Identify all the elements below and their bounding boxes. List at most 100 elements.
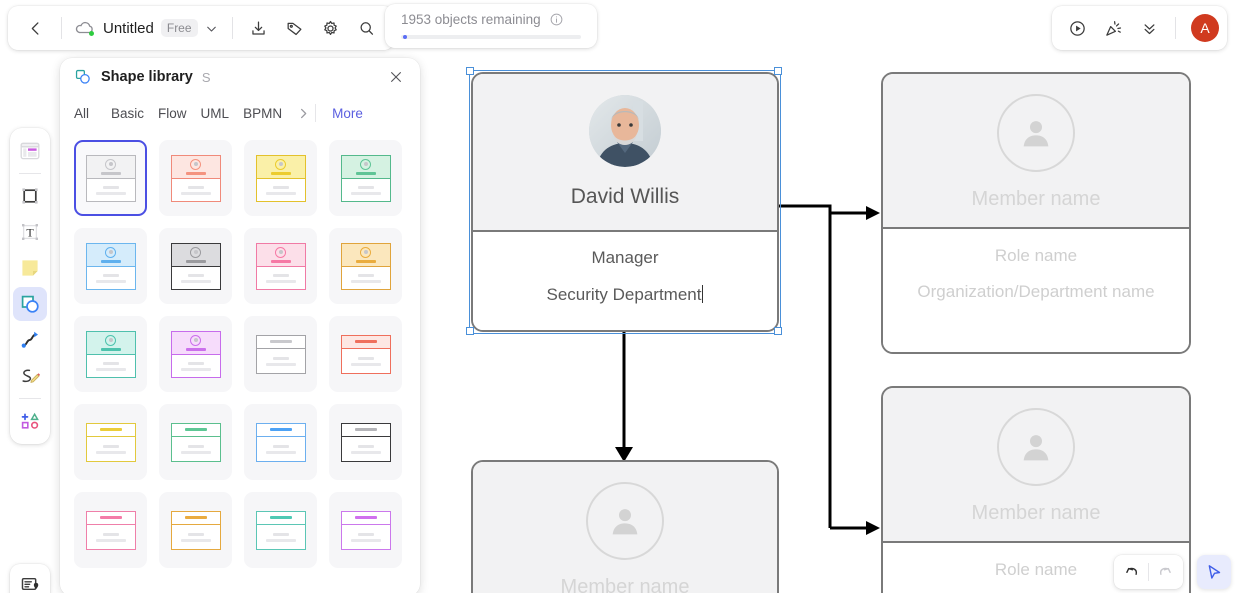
shape-preview-avatar (190, 334, 201, 346)
tab-bpmn[interactable]: BPMN (243, 106, 296, 121)
shape-thumbnail[interactable] (74, 228, 147, 304)
shape-preview-bar (355, 259, 376, 263)
shape-library-tabs: All Basic Flow UML BPMN More (60, 96, 420, 130)
tab-all[interactable]: All (74, 106, 111, 121)
objects-progress-bar (401, 35, 581, 39)
shape-library-panel: Shape library S All Basic Flow UML BPMN … (60, 58, 420, 593)
shape-thumbnail[interactable] (329, 228, 402, 304)
tab-flow[interactable]: Flow (158, 106, 201, 121)
close-panel-button[interactable] (386, 67, 406, 87)
shape-thumbnail[interactable] (244, 492, 317, 568)
document-title-menu[interactable]: Untitled Free (71, 19, 223, 37)
present-button[interactable] (1060, 11, 1094, 45)
rail-divider-2 (19, 398, 41, 399)
undo-icon (1126, 567, 1138, 575)
objects-remaining-label: 1953 objects remaining (401, 12, 541, 27)
tool-more-shapes[interactable] (13, 404, 47, 438)
tag-icon (287, 22, 302, 35)
shape-preview-bar (354, 428, 377, 431)
shape-library-icon (74, 68, 92, 86)
shape-thumbnail[interactable] (329, 404, 402, 480)
tab-basic[interactable]: Basic (111, 106, 158, 121)
presentation-tool-button[interactable] (10, 564, 50, 593)
shape-preview-line (350, 191, 381, 195)
card-name: David Willis (570, 185, 680, 208)
tabs-divider (315, 104, 317, 122)
shape-preview-avatar (105, 246, 116, 258)
shape-thumbnail[interactable] (74, 404, 147, 480)
org-card-selected[interactable]: David Willis Manager Security Department (471, 72, 779, 332)
shape-preview-bar (185, 259, 206, 263)
shape-thumbnail[interactable] (159, 140, 232, 216)
shape-thumbnail[interactable] (329, 140, 402, 216)
resize-handle-se[interactable] (774, 327, 782, 335)
resize-handle-ne[interactable] (774, 67, 782, 75)
shape-preview-bar (269, 516, 292, 519)
shape-thumbnail[interactable] (244, 316, 317, 392)
shape-preview-bar (354, 516, 377, 519)
shape-preview (170, 330, 221, 378)
shape-thumbnail[interactable] (244, 140, 317, 216)
shape-preview (85, 242, 136, 290)
shape-thumbnail[interactable] (244, 404, 317, 480)
collapse-button[interactable] (1132, 11, 1166, 45)
shape-preview-line (350, 450, 381, 454)
shape-thumbnail[interactable] (74, 140, 147, 216)
tab-uml[interactable]: UML (201, 106, 244, 121)
shape-thumbnail[interactable] (159, 228, 232, 304)
shape-preview-line (187, 532, 204, 536)
org-card-member-1[interactable]: Member name Role name Organization/Depar… (881, 72, 1191, 354)
tab-more[interactable]: More (332, 106, 363, 121)
gear-icon (324, 20, 337, 35)
tool-sticky-note[interactable] (13, 251, 47, 285)
shape-thumbnail[interactable] (159, 316, 232, 392)
shape-preview-line (102, 361, 119, 365)
user-avatar[interactable]: A (1191, 14, 1219, 42)
tool-draw[interactable] (13, 359, 47, 393)
resize-handle-sw[interactable] (466, 327, 474, 335)
shape-preview-line (95, 191, 126, 195)
shape-thumbnail[interactable] (329, 492, 402, 568)
tool-templates[interactable] (13, 134, 47, 168)
pen-draw-icon (22, 369, 40, 383)
tool-frame[interactable] (13, 179, 47, 213)
shape-grid[interactable] (60, 130, 420, 593)
resize-handle-nw[interactable] (466, 67, 474, 75)
shape-thumbnail[interactable] (244, 228, 317, 304)
shape-preview-avatar (360, 158, 371, 170)
shape-preview-avatar (190, 158, 201, 170)
shape-thumbnail[interactable] (74, 316, 147, 392)
back-button[interactable] (18, 11, 52, 45)
shape-thumbnail[interactable] (159, 404, 232, 480)
card-org[interactable]: Security Department (547, 285, 704, 305)
org-card-member-3[interactable]: Member name (471, 460, 779, 593)
cursor-pointer-icon (1208, 565, 1221, 579)
undo-button[interactable] (1116, 557, 1148, 587)
shape-preview-bar (270, 171, 291, 175)
shape-thumbnail[interactable] (159, 492, 232, 568)
tool-text[interactable]: T (13, 215, 47, 249)
shape-preview-bar (270, 259, 291, 263)
card-top-m1: Member name (883, 74, 1189, 229)
celebrate-button[interactable] (1096, 11, 1130, 45)
download-button[interactable] (242, 11, 276, 45)
shape-preview (255, 422, 306, 462)
frame-icon (22, 188, 38, 204)
tabs-next-button[interactable] (296, 106, 311, 121)
search-button[interactable] (350, 11, 384, 45)
avatar-placeholder-icon-m3 (586, 482, 664, 560)
tool-shapes[interactable] (13, 287, 47, 321)
shape-preview-bar (269, 428, 292, 431)
tool-connector[interactable] (13, 323, 47, 357)
undo-redo-group (1114, 555, 1183, 589)
shape-preview (255, 510, 306, 550)
shape-thumbnail[interactable] (329, 316, 402, 392)
shape-thumbnail[interactable] (74, 492, 147, 568)
cursor-tool-button[interactable] (1197, 555, 1231, 589)
shape-preview-line (102, 185, 119, 189)
shape-preview (255, 334, 306, 374)
redo-button[interactable] (1149, 557, 1181, 587)
text-t-icon: T (22, 224, 38, 240)
settings-button[interactable] (314, 11, 348, 45)
tag-button[interactable] (278, 11, 312, 45)
